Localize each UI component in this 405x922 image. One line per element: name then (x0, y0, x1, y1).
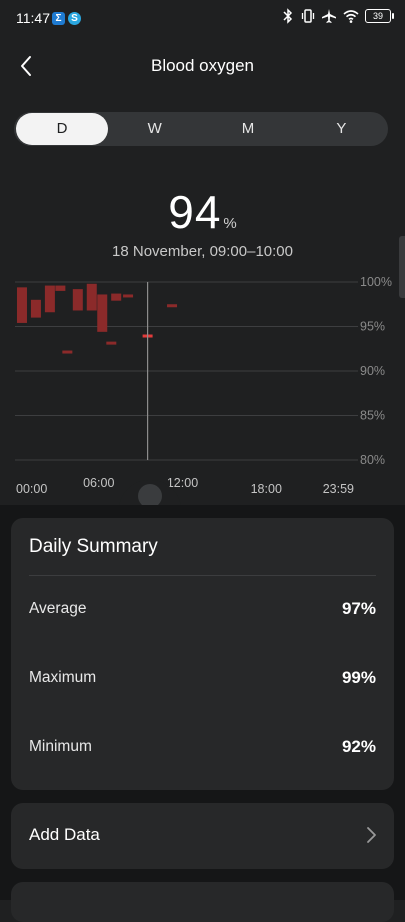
range-bar-0 (16, 287, 27, 323)
range-bar-12 (167, 304, 178, 308)
range-bar-7 (97, 294, 108, 332)
chevron-right-icon (367, 827, 376, 843)
maximum-label: Maximum (29, 669, 97, 686)
range-bar-5 (72, 289, 83, 311)
skype-app-icon: S (68, 12, 81, 25)
status-bar: 11:47 Σ S 39 (0, 0, 405, 36)
range-bar-6 (86, 283, 97, 311)
y-tick-label-0: 100% (360, 275, 392, 289)
reading-unit: % (223, 215, 237, 232)
range-bar-3 (55, 285, 66, 291)
sigma-app-icon: Σ (52, 12, 65, 25)
daily-summary-card: Daily Summary Average 97% Maximum 99% Mi… (11, 518, 394, 790)
reading-number: 94 (168, 186, 222, 238)
tab-year[interactable]: Y (295, 112, 388, 146)
maximum-value: 99% (341, 668, 376, 687)
range-bar-1 (30, 299, 41, 318)
y-tick-label-1: 95% (360, 320, 385, 334)
range-bar-9 (111, 293, 122, 301)
tab-day[interactable]: D (16, 113, 108, 145)
add-data-button[interactable]: Add Data (11, 803, 394, 869)
edge-handle[interactable] (399, 236, 405, 298)
y-tick-label-2: 90% (360, 364, 385, 378)
bluetooth-icon (283, 8, 293, 24)
x-tick-label-1: 06:00 (83, 476, 114, 490)
blood-oxygen-chart[interactable]: 100%95%90%85%80%00:00 06:00 12:00 18:00 23:5… (0, 270, 405, 505)
tab-month[interactable]: M (201, 112, 294, 146)
status-time: 11:47 (16, 10, 50, 26)
status-icons: 39 (281, 8, 394, 24)
airplane-icon (322, 9, 336, 23)
range-bar-10 (123, 294, 134, 298)
battery-indicator: 39 (365, 9, 394, 23)
wifi-icon (343, 10, 359, 23)
average-value: 97% (341, 599, 376, 618)
reading-value: 94% (0, 185, 405, 239)
y-tick-label-4: 80% (360, 453, 385, 467)
x-tick-label-0: 00:00 (16, 482, 47, 496)
minimum-label: Minimum (29, 738, 92, 755)
x-tick-label-4: 23:59 (323, 482, 354, 496)
range-bar-2 (44, 285, 55, 313)
period-tabs: D W M Y (14, 112, 388, 146)
average-label: Average (29, 600, 87, 617)
range-bar-8 (106, 341, 117, 345)
y-tick-label-3: 85% (360, 409, 385, 423)
range-bar-4 (62, 350, 73, 354)
page-title: Blood oxygen (150, 56, 255, 75)
reading-period: 18 November, 09:00–10:00 (112, 243, 293, 260)
summary-divider (29, 575, 376, 576)
add-data-label: Add Data (29, 825, 100, 844)
vibrate-icon (301, 9, 315, 23)
minimum-value: 92% (341, 737, 376, 756)
tab-week[interactable]: W (108, 112, 201, 146)
x-tick-label-3: 18:00 (251, 482, 282, 496)
summary-title: Daily Summary (29, 536, 158, 557)
next-card (11, 882, 394, 922)
